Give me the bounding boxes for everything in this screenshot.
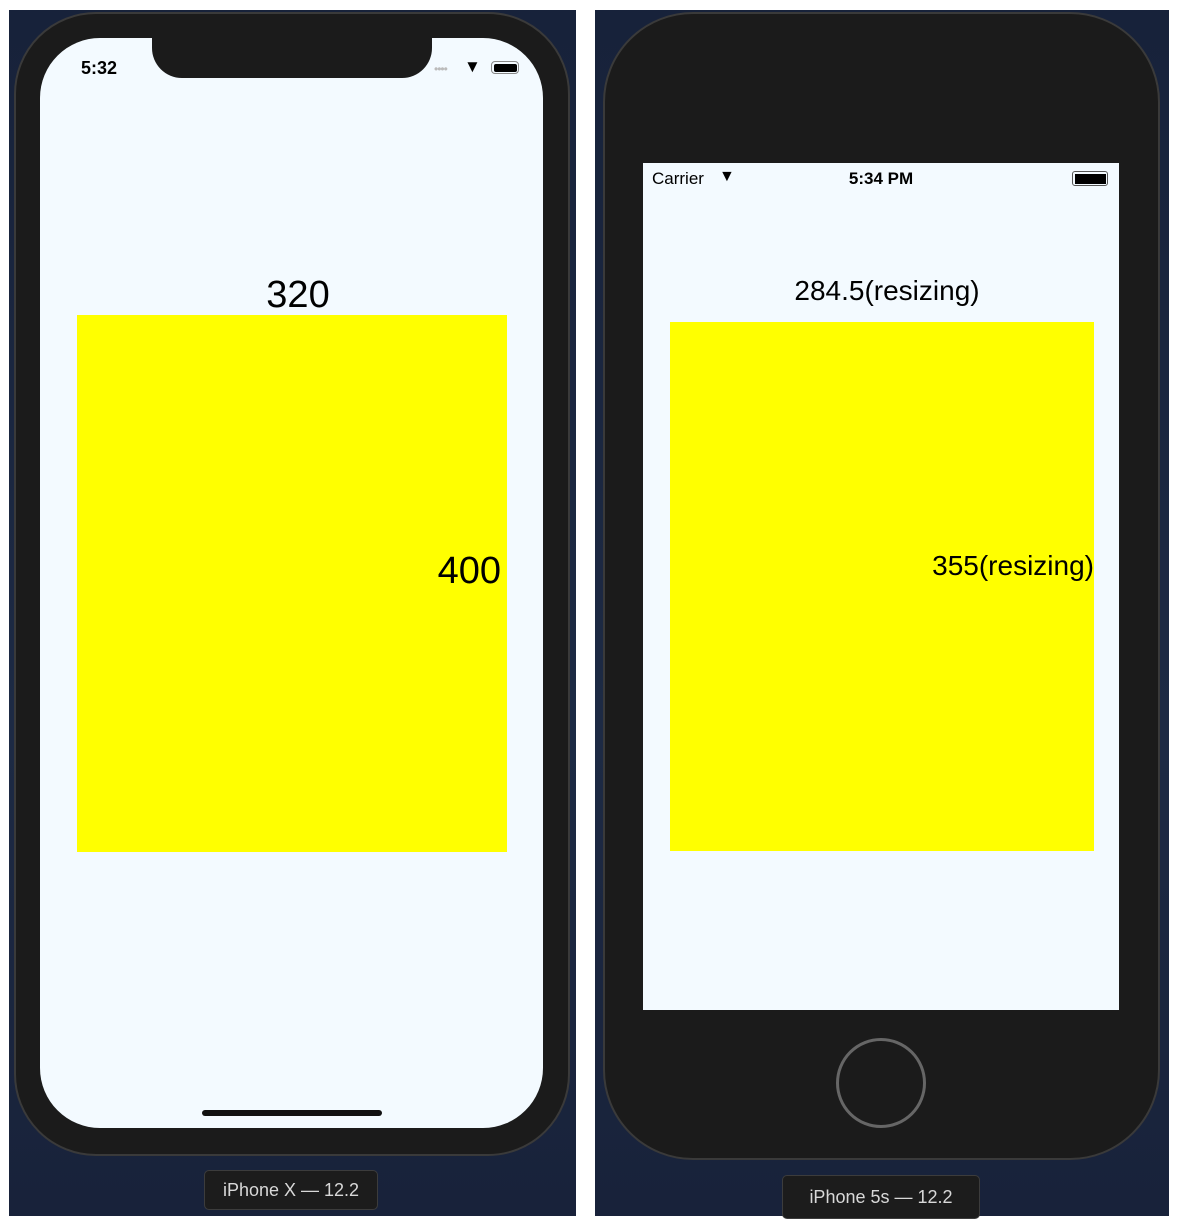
status-time: 5:34 PM xyxy=(848,169,914,188)
home-button[interactable] xyxy=(836,1038,926,1128)
wifi-icon: ▼ xyxy=(464,57,481,76)
height-label: 400 xyxy=(437,550,501,592)
notch xyxy=(152,38,432,78)
height-label: 355(resizing) xyxy=(932,550,1094,581)
battery-icon xyxy=(491,61,519,74)
yellow-box xyxy=(670,322,1094,851)
battery-icon xyxy=(1072,171,1108,186)
iphone-5s-screen: Carrier ▼ 5:34 PM 284.5(resizing) 355(re… xyxy=(643,163,1119,1010)
signal-icon: •••• xyxy=(434,62,448,76)
home-indicator[interactable] xyxy=(202,1110,382,1116)
device-label-right: iPhone 5s — 12.2 xyxy=(782,1175,980,1219)
iphone-x-screen: 5:32 •••• ▼ 320 400 xyxy=(40,38,543,1128)
width-label: 320 xyxy=(266,274,330,316)
device-label-left: iPhone X — 12.2 xyxy=(204,1170,378,1210)
width-label: 284.5(resizing) xyxy=(794,275,980,306)
status-time: 5:32 xyxy=(81,58,118,78)
